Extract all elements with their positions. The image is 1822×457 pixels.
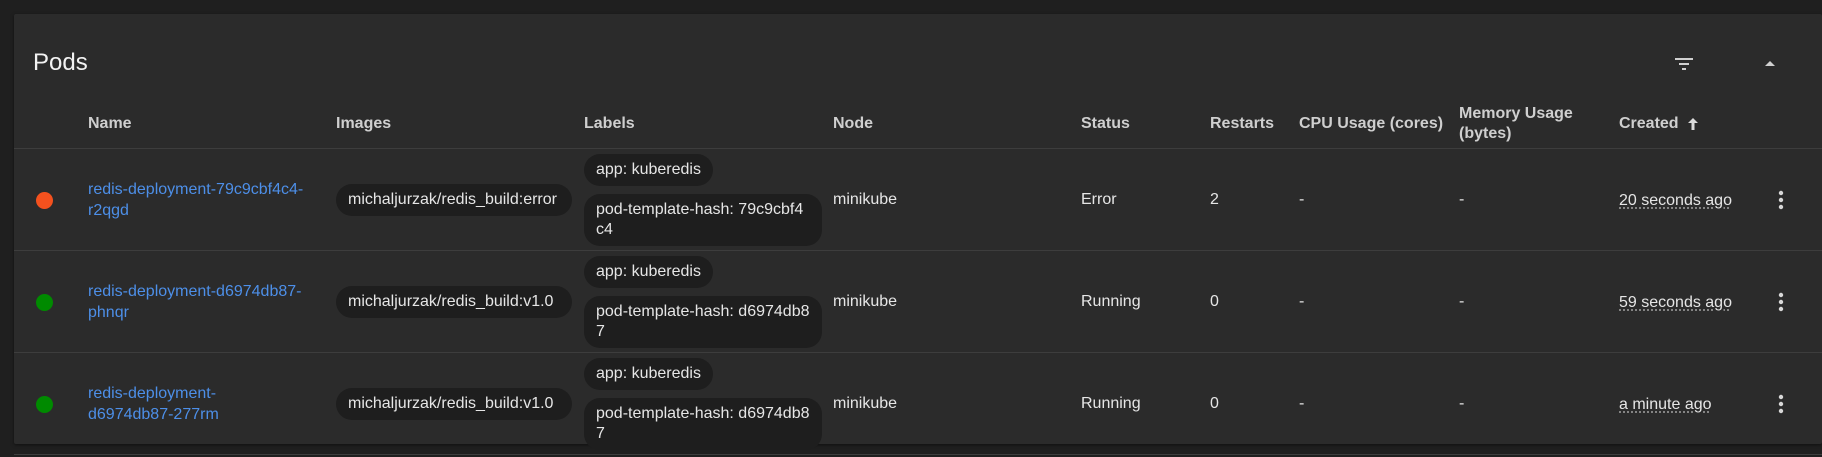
more-vert-icon [1778, 190, 1784, 210]
more-vert-icon [1778, 292, 1784, 312]
column-header-images: Images [336, 115, 392, 132]
label-chip: app: kuberedis [584, 358, 713, 390]
status-cell: Running [1081, 395, 1141, 412]
row-actions-button[interactable] [1766, 149, 1796, 251]
created-cell: a minute ago [1619, 353, 1749, 455]
label-chip: app: kuberedis [584, 154, 713, 186]
cpu-cell: - [1299, 293, 1305, 310]
collapse-up-icon [1765, 61, 1775, 66]
memory-cell: - [1459, 293, 1465, 310]
label-chip: pod-template-hash: 79c9cbf4c4 [584, 194, 822, 246]
column-header-memory-line2: (bytes) [1459, 125, 1512, 142]
filter-icon [1675, 58, 1693, 70]
labels-cell: app: kuberedis pod-template-hash: d6974d… [584, 251, 822, 353]
images-cell: michaljurzak/redis_build:error [336, 149, 572, 251]
column-header-status[interactable]: Status [1081, 99, 1130, 149]
pods-card: Pods Name Images Labels Node Status Rest… [14, 14, 1822, 455]
column-header-memory[interactable]: Memory Usage (bytes) [1459, 99, 1573, 149]
table-row: redis-deployment-d6974db87-277rm michalj… [14, 353, 1822, 455]
restarts-cell: 0 [1210, 293, 1219, 310]
running-status-icon [36, 395, 53, 413]
running-status-icon [36, 293, 53, 311]
labels-cell: app: kuberedis pod-template-hash: d6974d… [584, 353, 822, 455]
column-header-memory-line1: Memory Usage [1459, 105, 1573, 122]
label-chip: app: kuberedis [584, 256, 713, 288]
pod-name-link[interactable]: redis-deployment-d6974db87-phnqr [88, 281, 328, 323]
column-header-node[interactable]: Node [833, 99, 873, 149]
pod-name-link[interactable]: redis-deployment-79c9cbf4c4-r2qgd [88, 179, 328, 221]
images-cell: michaljurzak/redis_build:v1.0 [336, 353, 572, 455]
row-actions-button[interactable] [1766, 353, 1796, 455]
status-icon-cell [36, 353, 53, 455]
status-cell: Error [1081, 191, 1117, 208]
name-cell: redis-deployment-79c9cbf4c4-r2qgd [88, 149, 328, 251]
table-header: Name Images Labels Node Status Restarts … [14, 99, 1822, 149]
created-time: 59 seconds ago [1619, 293, 1732, 311]
more-vert-icon [1778, 394, 1784, 414]
row-actions-button[interactable] [1766, 251, 1796, 353]
status-cell: Running [1081, 293, 1141, 310]
name-cell: redis-deployment-d6974db87-phnqr [88, 251, 328, 353]
column-header-created[interactable]: Created [1619, 99, 1701, 149]
node-cell: minikube [833, 191, 898, 208]
node-cell: minikube [833, 293, 898, 310]
column-header-name[interactable]: Name [88, 99, 132, 149]
created-time: a minute ago [1619, 395, 1712, 413]
name-cell: redis-deployment-d6974db87-277rm [88, 353, 258, 455]
restarts-cell: 0 [1210, 395, 1219, 412]
cpu-cell: - [1299, 395, 1305, 412]
cpu-cell: - [1299, 191, 1305, 208]
table-row: redis-deployment-79c9cbf4c4-r2qgd michal… [14, 149, 1822, 251]
card-title: Pods [33, 49, 88, 76]
pod-name-link[interactable]: redis-deployment-d6974db87-277rm [88, 383, 258, 425]
node-cell: minikube [833, 395, 898, 412]
label-chip: pod-template-hash: d6974db87 [584, 398, 822, 450]
image-chip: michaljurzak/redis_build:error [336, 184, 572, 216]
labels-cell: app: kuberedis pod-template-hash: 79c9cb… [584, 149, 822, 251]
images-cell: michaljurzak/redis_build:v1.0 [336, 251, 572, 353]
image-chip: michaljurzak/redis_build:v1.0 [336, 286, 572, 318]
label-chip: pod-template-hash: d6974db87 [584, 296, 822, 348]
image-chip: michaljurzak/redis_build:v1.0 [336, 388, 572, 420]
column-header-restarts[interactable]: Restarts [1210, 99, 1274, 149]
filter-button[interactable] [1666, 46, 1702, 82]
memory-cell: - [1459, 191, 1465, 208]
column-header-cpu[interactable]: CPU Usage (cores) [1299, 99, 1443, 149]
status-icon-cell [36, 251, 53, 353]
column-header-created-label: Created [1619, 115, 1679, 132]
created-cell: 59 seconds ago [1619, 251, 1749, 353]
sort-ascending-icon [1685, 116, 1701, 132]
status-icon-cell [36, 149, 53, 251]
memory-cell: - [1459, 395, 1465, 412]
created-cell: 20 seconds ago [1619, 149, 1749, 251]
collapse-button[interactable] [1752, 46, 1788, 82]
error-status-icon [36, 191, 53, 209]
card-header: Pods [14, 14, 1822, 84]
column-header-labels: Labels [584, 115, 635, 132]
created-time: 20 seconds ago [1619, 191, 1732, 209]
restarts-cell: 2 [1210, 191, 1219, 208]
table-row: redis-deployment-d6974db87-phnqr michalj… [14, 251, 1822, 353]
